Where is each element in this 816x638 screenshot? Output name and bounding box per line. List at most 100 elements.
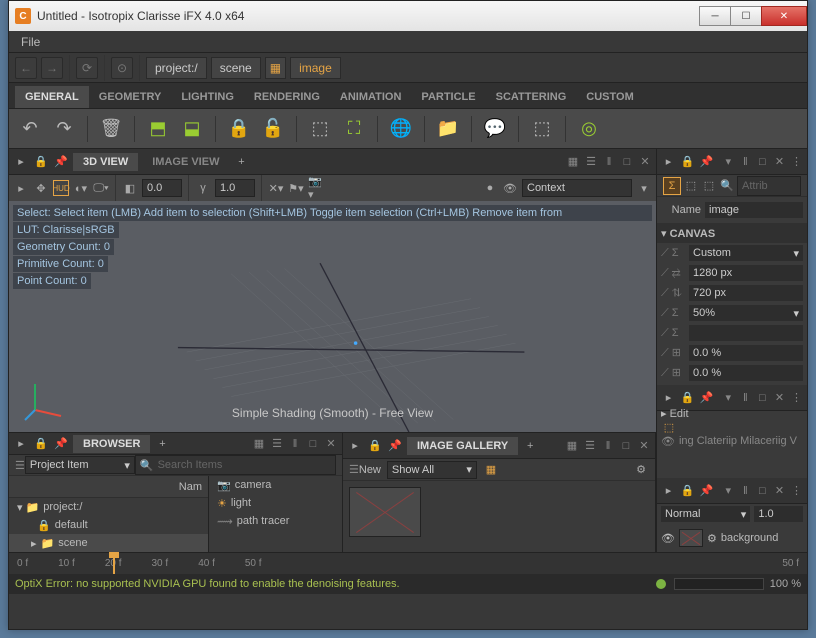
move-icon[interactable]: ✥: [33, 180, 49, 196]
layout-h-icon[interactable]: ▦: [566, 155, 580, 169]
world-button[interactable]: 🌐: [388, 116, 414, 142]
gallery-settings[interactable]: ⚙: [633, 462, 649, 478]
ed-l[interactable]: 🔒: [680, 390, 695, 406]
layout-v-icon[interactable]: ☰: [584, 155, 598, 169]
l3[interactable]: □: [756, 484, 769, 498]
tree-default[interactable]: 🔒 default: [9, 516, 208, 534]
exposure-icon[interactable]: ◧: [122, 180, 138, 196]
layer-name[interactable]: background: [721, 532, 779, 544]
tools-icon[interactable]: ✕▾: [268, 180, 284, 196]
attr-search[interactable]: Attrib: [737, 176, 801, 196]
browser-pin[interactable]: 📌: [53, 436, 69, 452]
eye-icon2[interactable]: 👁: [661, 435, 675, 448]
tab-lighting[interactable]: LIGHTING: [171, 86, 244, 108]
pause-icon[interactable]: ‖: [602, 155, 616, 169]
a3[interactable]: □: [756, 155, 769, 169]
at-search[interactable]: 🔍: [719, 178, 735, 194]
br-close[interactable]: ✕: [324, 437, 338, 451]
e3[interactable]: □: [756, 391, 769, 405]
close-button[interactable]: ✕: [761, 6, 807, 26]
tab-custom[interactable]: CUSTOM: [576, 86, 643, 108]
folder-button[interactable]: 📁: [435, 116, 461, 142]
ed-p[interactable]: 📌: [699, 390, 714, 406]
blend-mode[interactable]: Normal▾: [661, 506, 750, 522]
browser-collapse[interactable]: ▸: [13, 436, 29, 452]
ex[interactable]: ✕: [773, 391, 786, 405]
tab-rendering[interactable]: RENDERING: [244, 86, 330, 108]
nav-back-button[interactable]: ←: [15, 57, 37, 79]
context-select[interactable]: Context: [522, 179, 632, 197]
at-p[interactable]: 📌: [699, 154, 714, 170]
browser-add[interactable]: +: [154, 436, 170, 452]
gallery-thumbnail[interactable]: [349, 487, 421, 537]
target-button[interactable]: ◎: [576, 116, 602, 142]
tab-imageview[interactable]: IMAGE VIEW: [142, 153, 229, 171]
delete-button[interactable]: 🗑: [98, 116, 124, 142]
g2[interactable]: ☰: [583, 439, 597, 453]
scale-field[interactable]: 50%▾: [689, 305, 803, 321]
width-field[interactable]: 1280 px: [689, 265, 803, 281]
lock-icon[interactable]: 🔒: [33, 154, 49, 170]
g4[interactable]: □: [619, 439, 633, 453]
thumb-icon[interactable]: ▦: [483, 462, 499, 478]
unlock-button[interactable]: 🔓: [260, 116, 286, 142]
box-button[interactable]: ⬚: [307, 116, 333, 142]
collapse-icon[interactable]: ▸: [13, 154, 29, 170]
group-button[interactable]: ⬒: [145, 116, 171, 142]
menu-file[interactable]: File: [15, 33, 46, 51]
ax[interactable]: ✕: [773, 155, 786, 169]
gal-c[interactable]: ▸: [347, 438, 363, 454]
nav-up-button[interactable]: ⟳: [76, 57, 98, 79]
l1[interactable]: ▾: [722, 484, 735, 498]
nav-refresh-button[interactable]: ⊙: [111, 57, 133, 79]
display-icon[interactable]: 🖵▾: [93, 180, 109, 196]
tab-3dview[interactable]: 3D VIEW: [73, 153, 138, 171]
item-pathtracer[interactable]: ⟿ path tracer: [209, 512, 342, 530]
close-panel-icon[interactable]: ✕: [638, 155, 652, 169]
br-l2[interactable]: ☰: [270, 437, 284, 451]
minimize-button[interactable]: ─: [699, 6, 731, 26]
browser-lock[interactable]: 🔒: [33, 436, 49, 452]
browser-mode[interactable]: Project Item▾: [25, 456, 135, 474]
gal-pin[interactable]: 📌: [387, 438, 403, 454]
titlebar[interactable]: C Untitled - Isotropix Clarisse iFX 4.0 …: [9, 1, 807, 31]
l2[interactable]: ‖: [739, 484, 752, 498]
browser-search[interactable]: 🔍Search Items: [135, 455, 336, 475]
tab-geometry[interactable]: GEOMETRY: [89, 86, 172, 108]
at-l[interactable]: 🔒: [680, 154, 695, 170]
br-l4[interactable]: □: [306, 437, 320, 451]
empty-field[interactable]: [689, 325, 803, 341]
link-button[interactable]: ⬚: [529, 116, 555, 142]
tab-particle[interactable]: PARTICLE: [411, 86, 485, 108]
tab-animation[interactable]: ANIMATION: [330, 86, 412, 108]
ly-p[interactable]: 📌: [699, 483, 714, 499]
breadcrumb-scene[interactable]: scene: [211, 57, 261, 79]
tab-scattering[interactable]: SCATTERING: [486, 86, 577, 108]
ly-l[interactable]: 🔒: [680, 483, 695, 499]
item-light[interactable]: ☀ light: [209, 494, 342, 512]
ungroup-button[interactable]: ⬓: [179, 116, 205, 142]
ly-c[interactable]: ▸: [661, 483, 676, 499]
shading-icon[interactable]: ◐▾: [73, 180, 89, 196]
eye-icon[interactable]: 👁: [502, 180, 518, 196]
canvas-section[interactable]: ▾ CANVAS: [661, 227, 715, 240]
camera-icon[interactable]: 📷▾: [308, 180, 324, 196]
dot-icon[interactable]: ●: [482, 180, 498, 196]
a2[interactable]: ‖: [739, 155, 752, 169]
gal-lock[interactable]: 🔒: [367, 438, 383, 454]
a1[interactable]: ▾: [722, 155, 735, 169]
expand-button[interactable]: ⛶: [341, 116, 367, 142]
maximize-panel-icon[interactable]: □: [620, 155, 634, 169]
add-tab-button[interactable]: +: [233, 154, 249, 170]
tab-general[interactable]: GENERAL: [15, 86, 89, 108]
gallery-add[interactable]: +: [522, 438, 538, 454]
tree-root[interactable]: ▾ 📁 project:/: [9, 498, 208, 516]
br-l3[interactable]: ‖: [288, 437, 302, 451]
item-camera[interactable]: 📷 camera: [209, 476, 342, 494]
g1[interactable]: ▦: [565, 439, 579, 453]
nav-forward-button[interactable]: →: [41, 57, 63, 79]
flag-icon[interactable]: ⚑▾: [288, 180, 304, 196]
at-i2[interactable]: ⬚: [683, 178, 699, 194]
breadcrumb-root[interactable]: project:/: [146, 57, 207, 79]
viewport-3d[interactable]: Select: Select item (LMB) Add item to se…: [9, 201, 656, 432]
